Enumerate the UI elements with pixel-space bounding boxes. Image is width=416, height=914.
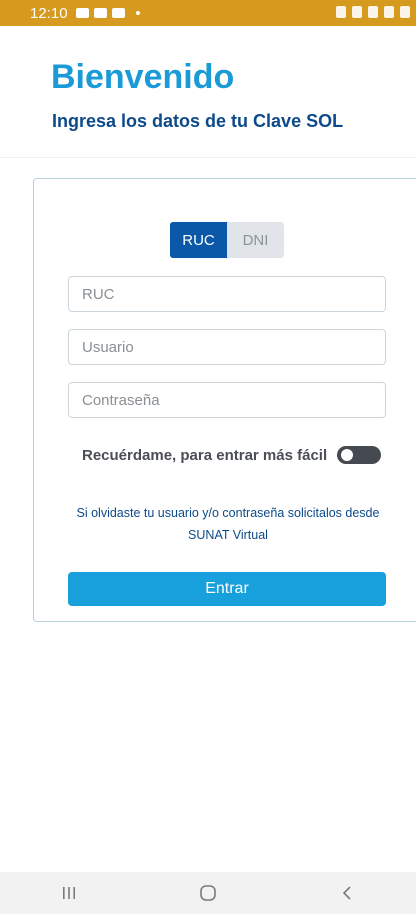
back-button[interactable]: [317, 872, 377, 914]
battery-saver-icon: [336, 6, 346, 18]
status-time: 12:10: [30, 4, 68, 22]
page-title: Bienvenido: [51, 58, 235, 96]
signal-icon: [384, 6, 394, 18]
status-system-icons: [336, 6, 410, 18]
tab-dni[interactable]: DNI: [227, 222, 284, 258]
toggle-knob: [341, 449, 354, 461]
recent-apps-button[interactable]: [39, 872, 99, 914]
login-card: RUC DNI Recuérdame, para entrar más fáci…: [33, 178, 416, 622]
password-input[interactable]: [68, 382, 386, 418]
back-icon: [342, 886, 351, 900]
username-input[interactable]: [68, 329, 386, 365]
alarm-icon: [352, 6, 362, 18]
recent-apps-icon: [63, 887, 76, 899]
home-button[interactable]: [178, 872, 238, 914]
battery-icon: [400, 6, 410, 18]
document-type-toggle: RUC DNI: [170, 222, 284, 258]
gallery-icon: [93, 8, 107, 18]
status-notification-icons: [75, 8, 140, 18]
photo-icon: [75, 8, 89, 18]
remember-row: Recuérdame, para entrar más fácil: [82, 446, 382, 464]
forgot-credentials-link[interactable]: Si olvidaste tu usuario y/o contraseña s…: [56, 502, 400, 546]
remember-toggle[interactable]: [337, 446, 382, 464]
home-icon: [200, 885, 216, 901]
header-divider: [0, 157, 416, 158]
page-subtitle: Ingresa los datos de tu Clave SOL: [52, 111, 344, 131]
navigation-bar: [0, 872, 416, 914]
remember-label: Recuérdame, para entrar más fácil: [82, 446, 328, 464]
ruc-input[interactable]: [68, 276, 386, 312]
data-icon: [368, 6, 378, 18]
message-icon: [111, 8, 125, 18]
status-bar: 12:10: [0, 0, 416, 26]
tab-ruc[interactable]: RUC: [170, 222, 227, 258]
notification-dot-icon: [135, 11, 140, 15]
login-button[interactable]: Entrar: [68, 572, 386, 606]
